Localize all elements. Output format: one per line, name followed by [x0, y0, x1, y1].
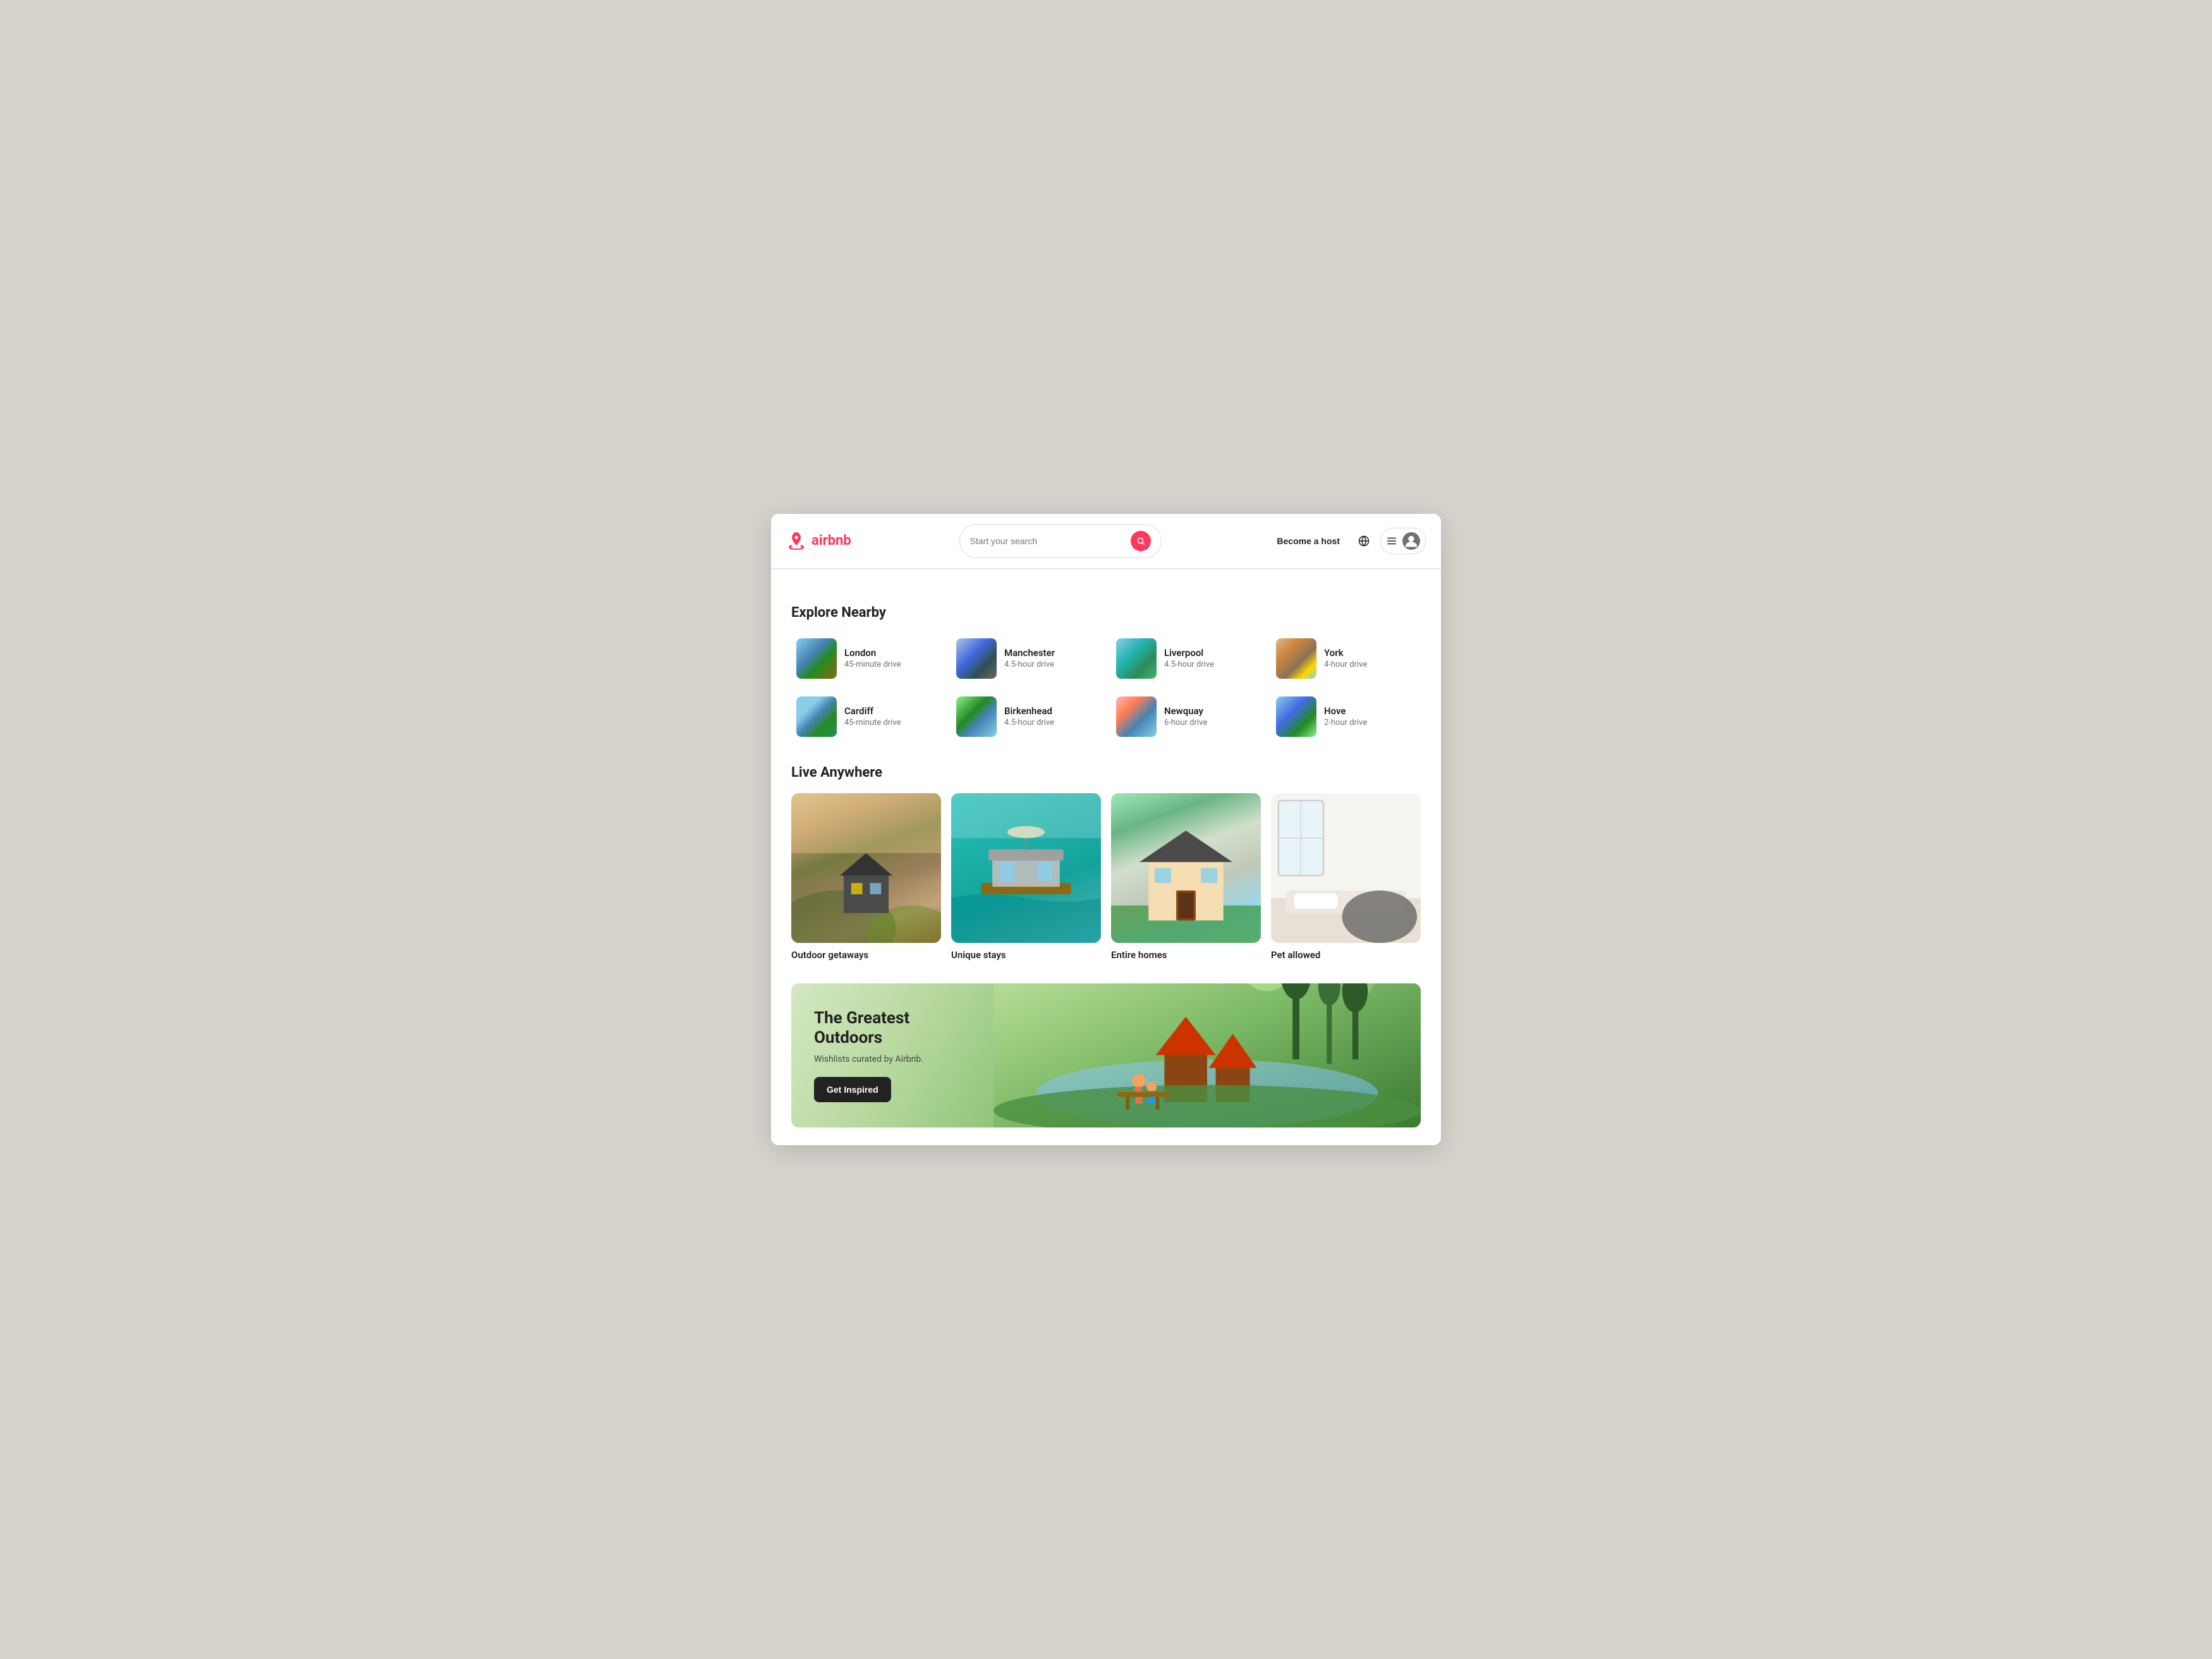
cards-grid: Outdoor getaways	[791, 793, 1421, 961]
header: airbnb Become a host	[771, 514, 1441, 569]
nearby-thumb-york	[1276, 638, 1316, 679]
logo[interactable]: airbnb	[786, 531, 851, 551]
card-img-entire	[1111, 793, 1261, 943]
nearby-item-birkenhead[interactable]: Birkenhead 4.5-hour drive	[951, 691, 1101, 742]
nearby-name-manchester: Manchester	[1004, 647, 1055, 659]
live-anywhere-section: Live Anywhere	[791, 765, 1421, 961]
search-button[interactable]	[1131, 531, 1151, 551]
promo-subtitle: Wishlists curated by Airbnb.	[814, 1054, 971, 1064]
app-window: airbnb Become a host	[771, 514, 1441, 1145]
nearby-thumb-london	[796, 638, 837, 679]
nearby-name-york: York	[1324, 647, 1367, 659]
card-img-pet	[1271, 793, 1421, 943]
globe-button[interactable]	[1352, 530, 1375, 552]
card-unique-stays[interactable]: Unique stays	[951, 793, 1101, 961]
promo-title: The Greatest Outdoors	[814, 1009, 971, 1048]
nearby-item-newquay[interactable]: Newquay 6-hour drive	[1111, 691, 1261, 742]
globe-icon	[1358, 535, 1370, 547]
card-img-outdoor	[791, 793, 941, 943]
promo-content: The Greatest Outdoors Wishlists curated …	[791, 983, 994, 1127]
nearby-thumb-liverpool	[1116, 638, 1157, 679]
live-anywhere-title: Live Anywhere	[791, 765, 1421, 781]
nearby-item-london[interactable]: London 45-minute drive	[791, 633, 941, 684]
nearby-name-newquay: Newquay	[1164, 705, 1207, 717]
nearby-item-liverpool[interactable]: Liverpool 4.5-hour drive	[1111, 633, 1261, 684]
profile-icon	[1402, 532, 1420, 550]
logo-text: airbnb	[811, 533, 851, 549]
promo-banner: The Greatest Outdoors Wishlists curated …	[791, 983, 1421, 1127]
card-entire-homes[interactable]: Entire homes	[1111, 793, 1261, 961]
nearby-thumb-newquay	[1116, 696, 1157, 737]
promo-illustration	[994, 983, 1421, 1127]
explore-title: Explore Nearby	[791, 605, 1421, 621]
card-label-entire: Entire homes	[1111, 949, 1261, 961]
become-host-button[interactable]: Become a host	[1269, 531, 1347, 551]
card-img-unique	[951, 793, 1101, 943]
outdoor-illustration	[791, 793, 941, 943]
card-pet-allowed[interactable]: Pet allowed	[1271, 793, 1421, 961]
explore-nearby-section: Explore Nearby London 45-minute drive Ma…	[791, 605, 1421, 742]
nearby-name-liverpool: Liverpool	[1164, 647, 1214, 659]
main-content: Explore Nearby London 45-minute drive Ma…	[771, 587, 1441, 1145]
nearby-thumb-manchester	[956, 638, 997, 679]
card-label-outdoor: Outdoor getaways	[791, 949, 941, 961]
nearby-name-hove: Hove	[1324, 705, 1367, 717]
nearby-name-london: London	[844, 647, 901, 659]
nearby-thumb-hove	[1276, 696, 1316, 737]
nearby-item-york[interactable]: York 4-hour drive	[1271, 633, 1421, 684]
nearby-thumb-cardiff	[796, 696, 837, 737]
nearby-drive-birkenhead: 4.5-hour drive	[1004, 718, 1054, 727]
nearby-name-birkenhead: Birkenhead	[1004, 705, 1054, 717]
unique-illustration	[951, 793, 1101, 943]
nearby-thumb-birkenhead	[956, 696, 997, 737]
menu-profile-button[interactable]	[1380, 528, 1426, 554]
nearby-grid: London 45-minute drive Manchester 4.5-ho…	[791, 633, 1421, 742]
airbnb-logo-icon	[786, 531, 806, 551]
entire-illustration	[1111, 793, 1261, 943]
pet-illustration	[1271, 793, 1421, 943]
header-right: Become a host	[1269, 528, 1426, 554]
nearby-drive-newquay: 6-hour drive	[1164, 718, 1207, 727]
nearby-item-hove[interactable]: Hove 2-hour drive	[1271, 691, 1421, 742]
promo-scene-svg	[994, 983, 1421, 1127]
search-bar	[959, 524, 1162, 558]
card-outdoor-getaways[interactable]: Outdoor getaways	[791, 793, 941, 961]
nearby-drive-liverpool: 4.5-hour drive	[1164, 660, 1214, 669]
menu-icon	[1386, 535, 1397, 547]
promo-banner-section: The Greatest Outdoors Wishlists curated …	[791, 983, 1421, 1127]
nearby-drive-hove: 2-hour drive	[1324, 718, 1367, 727]
nearby-item-cardiff[interactable]: Cardiff 45-minute drive	[791, 691, 941, 742]
search-icon	[1136, 537, 1145, 545]
nearby-drive-york: 4-hour drive	[1324, 660, 1367, 669]
nearby-drive-manchester: 4.5-hour drive	[1004, 660, 1055, 669]
nearby-item-manchester[interactable]: Manchester 4.5-hour drive	[951, 633, 1101, 684]
card-label-unique: Unique stays	[951, 949, 1101, 961]
get-inspired-button[interactable]: Get Inspired	[814, 1077, 891, 1102]
nearby-drive-cardiff: 45-minute drive	[844, 718, 901, 727]
nearby-name-cardiff: Cardiff	[844, 705, 901, 717]
search-input[interactable]	[970, 536, 1124, 546]
nearby-drive-london: 45-minute drive	[844, 660, 901, 669]
card-label-pet: Pet allowed	[1271, 949, 1421, 961]
